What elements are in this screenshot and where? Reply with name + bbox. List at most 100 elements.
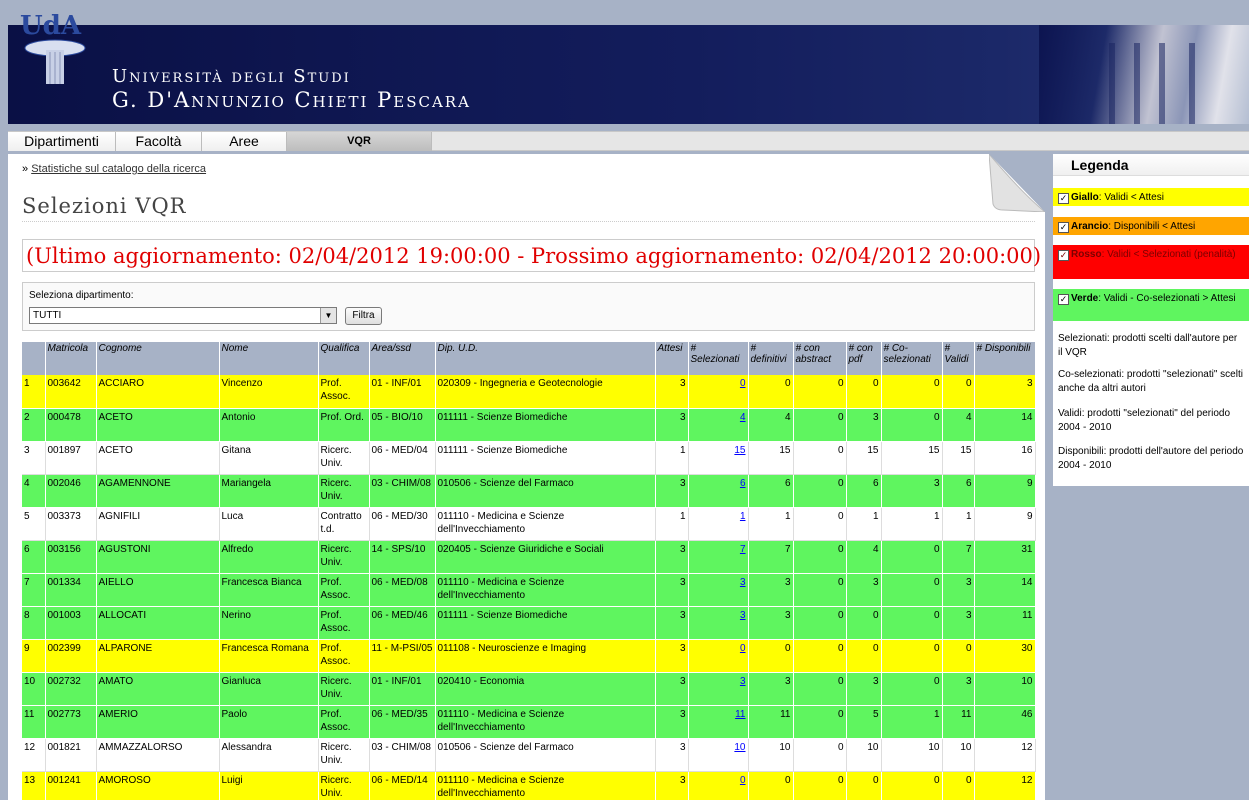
cell-validi: 0 [942, 639, 975, 673]
filter-button[interactable]: Filtra [345, 307, 382, 325]
table-row: 7 001334 AIELLO Francesca Bianca Prof. Assoc… [22, 573, 1036, 607]
cell-abstract: 0 [793, 606, 847, 640]
checkbox-checked-icon[interactable]: ✓ [1058, 250, 1069, 261]
cell-dip: 011111 - Scienze Biomediche [435, 606, 656, 640]
cell-qualifica: Contratto t.d. [318, 507, 370, 541]
cell-coselezionati: 0 [881, 408, 943, 442]
cell-attesi: 3 [655, 540, 689, 574]
cell-nome: Alfredo [219, 540, 319, 574]
selezionati-link[interactable]: 6 [740, 478, 746, 489]
tab-aree[interactable]: Aree [202, 132, 287, 151]
cell-matricola: 001003 [45, 606, 97, 640]
cell-area: 06 - MED/30 [369, 507, 436, 541]
cell-disponibili: 3 [974, 375, 1036, 409]
cell-coselezionati: 1 [881, 705, 943, 739]
cell-coselezionati: 1 [881, 507, 943, 541]
cell-abstract: 0 [793, 639, 847, 673]
cell-validi: 1 [942, 507, 975, 541]
cell-disponibili: 14 [974, 408, 1036, 442]
cell-attesi: 3 [655, 639, 689, 673]
legend-item-arancio[interactable]: ✓ Arancio: Disponibili < Attesi [1053, 217, 1249, 235]
cell-definitivi: 7 [748, 540, 794, 574]
page-curl-decoration [989, 154, 1045, 212]
cell-abstract: 0 [793, 507, 847, 541]
legend-item-verde[interactable]: ✓ Verde: Validi - Co-selezionati > Attesi [1053, 289, 1249, 321]
cell-pdf: 0 [846, 771, 882, 800]
cell-definitivi: 15 [748, 441, 794, 475]
chevron-down-icon[interactable]: ▼ [320, 308, 336, 323]
cell-abstract: 0 [793, 705, 847, 739]
filter-panel: Seleziona dipartimento: TUTTI ▼ Filtra [22, 282, 1035, 331]
selezionati-link[interactable]: 3 [740, 577, 746, 588]
cell-cognome: ALPARONE [96, 639, 220, 673]
cell-matricola: 003156 [45, 540, 97, 574]
cell-dip: 020410 - Economia [435, 672, 656, 706]
cell-attesi: 3 [655, 606, 689, 640]
selezionati-link[interactable]: 3 [740, 676, 746, 687]
column-header: Dip. U.D. [435, 342, 656, 375]
selezionati-link[interactable]: 7 [740, 544, 746, 555]
checkbox-checked-icon[interactable]: ✓ [1058, 294, 1069, 305]
legend-item-rosso[interactable]: ✓ Rosso: Validi < Selezionati (penalità) [1053, 245, 1249, 279]
column-header: # Disponibili [974, 342, 1036, 375]
selezionati-link[interactable]: 3 [740, 610, 746, 621]
legend-item-rosso-name: Rosso [1071, 249, 1102, 260]
university-logo[interactable]: UdA [18, 8, 92, 84]
cell-disponibili: 14 [974, 573, 1036, 607]
vqr-selections-table: Matricola Cognome Nome Qualifica Area/ssd Dip… [22, 342, 1036, 800]
cell-validi: 3 [942, 672, 975, 706]
department-select-value: TUTTI [33, 310, 62, 321]
cell-selezionati: 4 [688, 408, 749, 442]
column-header: # con abstract [793, 342, 847, 375]
selezionati-link[interactable]: 0 [740, 643, 746, 654]
cell-matricola: 002732 [45, 672, 97, 706]
cell-qualifica: Prof. Assoc. [318, 573, 370, 607]
legend-panel: Legenda ✓ Giallo: Validi < Attesi ✓ Aranci… [1053, 154, 1249, 486]
cell-qualifica: Prof. Ord. [318, 408, 370, 442]
checkbox-checked-icon[interactable]: ✓ [1058, 193, 1069, 204]
tab-facolta[interactable]: Facoltà [116, 132, 202, 151]
cell-validi: 0 [942, 375, 975, 409]
cell-definitivi: 4 [748, 408, 794, 442]
cell-cognome: ALLOCATI [96, 606, 220, 640]
breadcrumb: » Statistiche sul catalogo della ricerca [22, 163, 206, 175]
cell-selezionati: 7 [688, 540, 749, 574]
selezionati-link[interactable]: 1 [740, 511, 746, 522]
cell-abstract: 0 [793, 738, 847, 772]
selezionati-link[interactable]: 0 [740, 378, 746, 389]
cell-nome: Nerino [219, 606, 319, 640]
checkbox-checked-icon[interactable]: ✓ [1058, 222, 1069, 233]
legend-item-verde-name: Verde [1071, 293, 1099, 304]
legend-item-rosso-text: : Validi < Selezionati (penalità) [1101, 249, 1236, 260]
cell-validi: 0 [942, 771, 975, 800]
cell-validi: 3 [942, 606, 975, 640]
tab-dipartimenti[interactable]: Dipartimenti [8, 132, 116, 151]
cell-coselezionati: 0 [881, 375, 943, 409]
cell-abstract: 0 [793, 474, 847, 508]
page-title: Selezioni VQR [22, 194, 187, 218]
selezionati-link[interactable]: 10 [734, 742, 745, 753]
cell-pdf: 10 [846, 738, 882, 772]
cell-n: 6 [22, 540, 46, 574]
cell-pdf: 0 [846, 639, 882, 673]
cell-qualifica: Ricerc. Univ. [318, 441, 370, 475]
table-row: 9 002399 ALPARONE Francesca Romana Prof. Ass… [22, 639, 1036, 673]
selezionati-link[interactable]: 4 [740, 412, 746, 423]
column-header: Matricola [45, 342, 97, 375]
selezionati-link[interactable]: 15 [734, 445, 745, 456]
breadcrumb-link-statistiche[interactable]: Statistiche sul catalogo della ricerca [31, 163, 206, 175]
cell-selezionati: 0 [688, 771, 749, 800]
cell-selezionati: 3 [688, 573, 749, 607]
department-select[interactable]: TUTTI ▼ [29, 307, 337, 324]
selezionati-link[interactable]: 11 [735, 709, 745, 720]
cell-area: 01 - INF/01 [369, 672, 436, 706]
tab-vqr[interactable]: VQR [287, 132, 432, 151]
cell-cognome: AMMAZZALORSO [96, 738, 220, 772]
cell-attesi: 3 [655, 474, 689, 508]
cell-pdf: 0 [846, 375, 882, 409]
legend-item-giallo[interactable]: ✓ Giallo: Validi < Attesi [1053, 188, 1249, 206]
cell-cognome: AGUSTONI [96, 540, 220, 574]
cell-n: 5 [22, 507, 46, 541]
selezionati-link[interactable]: 0 [740, 775, 746, 786]
column-header: Cognome [96, 342, 220, 375]
